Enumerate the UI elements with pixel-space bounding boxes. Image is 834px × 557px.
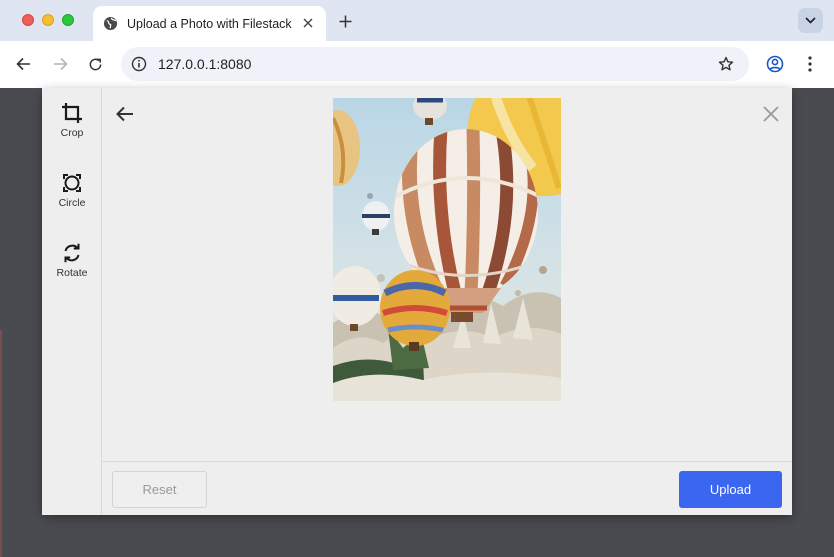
circle-crop-icon xyxy=(61,172,83,194)
forward-arrow-icon[interactable] xyxy=(49,53,71,75)
window-minimize-button[interactable] xyxy=(42,14,54,26)
editor-footer: Reset Upload xyxy=(102,461,792,515)
address-bar[interactable]: 127.0.0.1:8080 xyxy=(121,47,749,81)
browser-title-bar: Upload a Photo with Filestack xyxy=(0,0,834,41)
window-close-button[interactable] xyxy=(22,14,34,26)
tab-search-chevron-down-icon[interactable] xyxy=(798,8,823,33)
crop-icon xyxy=(61,102,83,124)
editor-close-icon[interactable] xyxy=(760,103,782,125)
back-arrow-icon[interactable] xyxy=(12,53,34,75)
profile-avatar-icon[interactable] xyxy=(765,54,785,74)
upload-button[interactable]: Upload xyxy=(679,471,782,508)
tab-title: Upload a Photo with Filestack xyxy=(127,16,292,31)
new-tab-plus-icon[interactable] xyxy=(335,11,355,31)
reload-icon[interactable] xyxy=(84,53,106,75)
tool-circle-label: Circle xyxy=(58,197,86,209)
tool-crop-label: Crop xyxy=(60,127,84,139)
browser-tab[interactable]: Upload a Photo with Filestack xyxy=(93,6,326,41)
browser-toolbar: 127.0.0.1:8080 xyxy=(0,41,834,88)
page-background-edge xyxy=(0,330,2,557)
editor-back-arrow-icon[interactable] xyxy=(114,103,136,125)
window-maximize-button[interactable] xyxy=(62,14,74,26)
browser-menu-kebab-icon[interactable] xyxy=(802,54,818,74)
reset-button[interactable]: Reset xyxy=(112,471,207,508)
tool-crop[interactable]: Crop xyxy=(42,102,102,154)
editor-tool-sidebar: Crop Circle Rotate xyxy=(42,88,102,515)
bookmark-star-icon[interactable] xyxy=(717,55,735,73)
tool-rotate[interactable]: Rotate xyxy=(42,242,102,294)
url-text: 127.0.0.1:8080 xyxy=(158,56,252,72)
rotate-icon xyxy=(61,242,83,264)
globe-icon xyxy=(102,16,118,32)
hot-air-balloons-photo[interactable] xyxy=(333,98,561,401)
tool-rotate-label: Rotate xyxy=(56,267,88,279)
tool-circle[interactable]: Circle xyxy=(42,172,102,224)
tab-close-icon[interactable] xyxy=(300,15,316,31)
image-editor-modal: Crop Circle Rotate Reset Upload xyxy=(42,88,792,515)
site-info-icon[interactable] xyxy=(130,55,148,73)
